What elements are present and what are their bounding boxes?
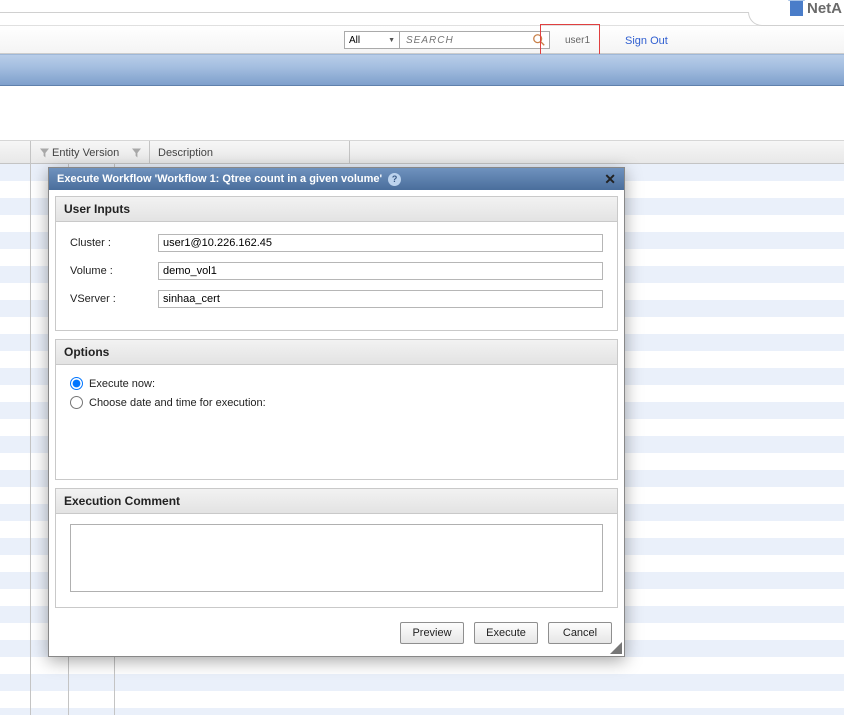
col-description-label: Description <box>158 147 213 159</box>
section-options-title: Options <box>56 340 617 365</box>
vserver-label: VServer : <box>70 293 158 305</box>
execute-button[interactable]: Execute <box>474 622 538 644</box>
dialog-title: Execute Workflow 'Workflow 1: Qtree coun… <box>57 173 382 185</box>
dialog-titlebar[interactable]: Execute Workflow 'Workflow 1: Qtree coun… <box>49 168 624 190</box>
filter-icon[interactable] <box>132 148 141 158</box>
col-description[interactable]: Description <box>150 141 350 165</box>
preview-button[interactable]: Preview <box>400 622 464 644</box>
close-icon[interactable]: ✕ <box>604 171 616 188</box>
section-options: Options Execute now: Choose date and tim… <box>55 339 618 480</box>
search-input[interactable] <box>400 31 550 49</box>
top-ribbon: NetA <box>0 0 844 26</box>
cluster-input[interactable] <box>158 234 603 252</box>
search-scope-value: All <box>349 35 360 46</box>
execution-comment-textarea[interactable] <box>70 524 603 592</box>
sign-out-link[interactable]: Sign Out <box>625 35 668 47</box>
radio-choose-date[interactable] <box>70 396 83 409</box>
search-bar: All ▼ | user1 Sign Out <box>0 26 844 54</box>
row-volume: Volume : <box>70 262 603 280</box>
radio-execute-now-row[interactable]: Execute now: <box>70 377 603 390</box>
section-execution-comment-title: Execution Comment <box>56 489 617 514</box>
blue-band <box>0 54 844 86</box>
help-icon[interactable]: ? <box>388 173 401 186</box>
execute-workflow-dialog: Execute Workflow 'Workflow 1: Qtree coun… <box>48 167 625 657</box>
filter-icon[interactable] <box>39 148 48 158</box>
row-vserver: VServer : <box>70 290 603 308</box>
section-execution-comment: Execution Comment <box>55 488 618 608</box>
vserver-input[interactable] <box>158 290 603 308</box>
volume-label: Volume : <box>70 265 158 277</box>
table-header: Entity Version Description <box>0 140 844 164</box>
chevron-down-icon: ▼ <box>388 37 395 44</box>
brand-icon <box>790 1 803 16</box>
radio-choose-date-label: Choose date and time for execution: <box>89 397 266 409</box>
radio-choose-date-row[interactable]: Choose date and time for execution: <box>70 396 603 409</box>
search-scope-dropdown[interactable]: All ▼ <box>344 31 400 49</box>
col-divider <box>30 164 31 715</box>
col-entity-version-label: Entity Version <box>52 147 119 159</box>
cancel-button[interactable]: Cancel <box>548 622 612 644</box>
radio-execute-now[interactable] <box>70 377 83 390</box>
volume-input[interactable] <box>158 262 603 280</box>
row-cluster: Cluster : <box>70 234 603 252</box>
brand-text: NetA <box>807 0 842 17</box>
radio-execute-now-label: Execute now: <box>89 378 155 390</box>
brand-logo: NetA <box>790 0 842 17</box>
dialog-button-bar: Preview Execute Cancel <box>55 616 618 650</box>
resize-grip-icon[interactable] <box>610 642 622 654</box>
col-entity-version[interactable]: Entity Version <box>30 141 150 165</box>
cluster-label: Cluster : <box>70 237 158 249</box>
section-user-inputs-title: User Inputs <box>56 197 617 222</box>
section-user-inputs: User Inputs Cluster : Volume : VServer : <box>55 196 618 331</box>
